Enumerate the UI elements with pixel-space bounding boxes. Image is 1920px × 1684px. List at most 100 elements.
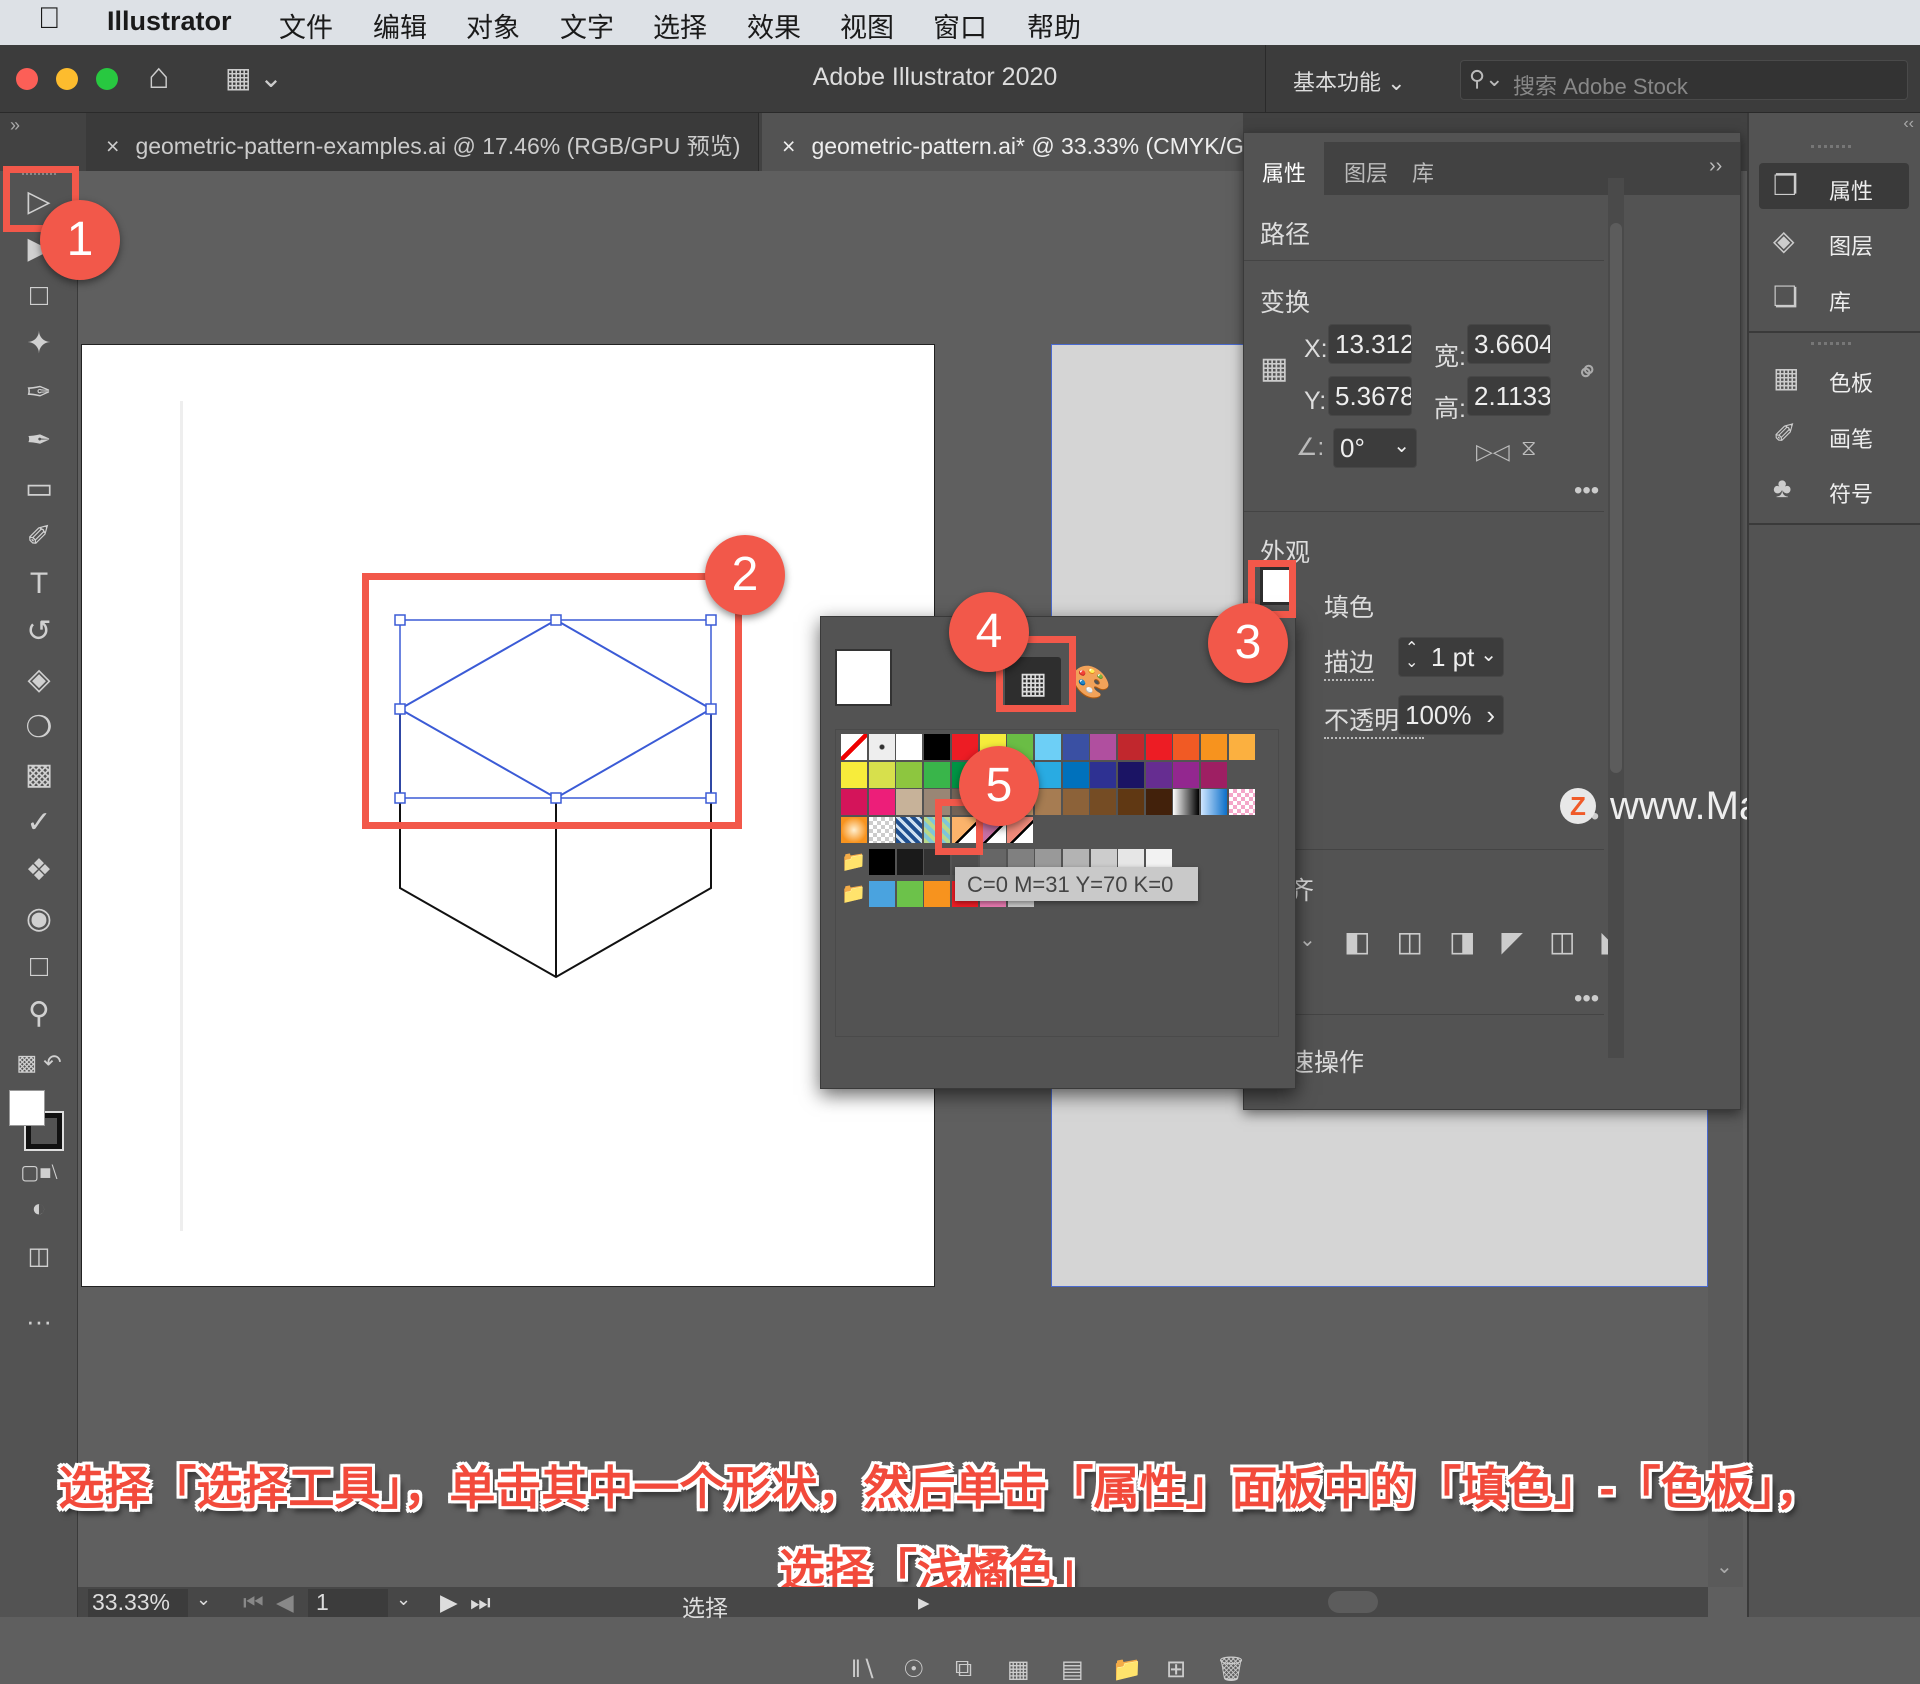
- swatch[interactable]: [924, 761, 951, 788]
- chevron-down-icon[interactable]: ⌄: [1393, 433, 1410, 458]
- rectangle-tool-icon[interactable]: ▭: [16, 469, 62, 509]
- swatch-options-grid-icon[interactable]: ▦: [1007, 1655, 1030, 1684]
- first-artboard-icon[interactable]: ⏮: [243, 1589, 264, 1616]
- swatch[interactable]: [1145, 789, 1172, 816]
- scroll-thumb[interactable]: [1328, 1591, 1378, 1613]
- artboard-number-input[interactable]: 1: [308, 1589, 388, 1617]
- eyedropper-tool-icon[interactable]: ✓: [16, 803, 62, 843]
- next-artboard-icon[interactable]: ▶: [440, 1589, 458, 1616]
- swatch[interactable]: [1062, 761, 1089, 788]
- swatch[interactable]: [1173, 789, 1200, 816]
- swatch[interactable]: [841, 761, 867, 788]
- height-input[interactable]: 2.1133 in: [1467, 376, 1551, 416]
- more-options-icon[interactable]: •••: [1574, 477, 1599, 505]
- swatch[interactable]: [1118, 761, 1144, 788]
- stepper-arrows-icon[interactable]: ⌃ ⌄: [1405, 641, 1418, 671]
- gradient-tool-icon[interactable]: ▩: [16, 755, 62, 795]
- chevron-down-icon[interactable]: ⌄: [396, 1589, 411, 1610]
- y-input[interactable]: 5.3678 i: [1328, 376, 1412, 416]
- chevron-right-icon[interactable]: ›: [1486, 700, 1495, 731]
- crop-tool-icon[interactable]: □: [16, 947, 62, 987]
- new-swatch-icon[interactable]: ⊞: [1166, 1655, 1186, 1684]
- dock-symbols[interactable]: ♣ 符号: [1759, 466, 1909, 512]
- type-tool-icon[interactable]: T: [16, 564, 62, 604]
- swatch[interactable]: [896, 880, 923, 907]
- dock-properties[interactable]: ❐ 属性: [1759, 163, 1909, 209]
- swatch[interactable]: [1062, 734, 1089, 760]
- shape-builder-tool-icon[interactable]: ◉: [16, 899, 62, 939]
- chevron-down-icon[interactable]: ⌄: [1480, 642, 1497, 667]
- status-menu-icon[interactable]: ▸: [918, 1589, 930, 1616]
- drawing-mode-icon[interactable]: ◐: [16, 1189, 62, 1229]
- curvature-tool-icon[interactable]: ✒: [16, 421, 62, 461]
- previous-artboard-icon[interactable]: ◀: [276, 1589, 294, 1616]
- show-swatch-kinds-icon[interactable]: ☉: [903, 1655, 925, 1684]
- zoom-level-input[interactable]: 33.33%: [88, 1589, 188, 1617]
- swatch[interactable]: [896, 734, 923, 760]
- swatch[interactable]: [896, 817, 923, 844]
- opacity-input[interactable]: 100% ›: [1398, 695, 1504, 735]
- swatch[interactable]: [868, 761, 895, 788]
- swatch[interactable]: [1090, 761, 1117, 788]
- chevron-down-icon[interactable]: ⌄: [1299, 927, 1316, 952]
- eraser-tool-icon[interactable]: ◈: [16, 660, 62, 700]
- more-tools-icon[interactable]: ···: [16, 1301, 62, 1341]
- chevron-down-icon[interactable]: ⌄: [196, 1589, 211, 1610]
- align-left-icon[interactable]: ◧: [1344, 926, 1396, 957]
- color-mode-icons[interactable]: ▢■⧵: [16, 1153, 62, 1193]
- swatch[interactable]: [868, 789, 895, 816]
- swatch[interactable]: [1145, 761, 1172, 788]
- rotate-tool-icon[interactable]: ↺: [16, 612, 62, 652]
- panel-grip[interactable]: [1811, 145, 1851, 148]
- import-swatches-icon[interactable]: ⧉: [955, 1655, 972, 1683]
- swatch[interactable]: [896, 789, 923, 816]
- swatch[interactable]: [1145, 734, 1172, 760]
- swatch[interactable]: [1173, 761, 1200, 788]
- zoom-tool-icon[interactable]: ⚲: [16, 994, 62, 1034]
- swatch[interactable]: [1201, 734, 1228, 760]
- tab-properties[interactable]: 属性: [1244, 142, 1325, 195]
- fill-color-swatch[interactable]: [9, 1090, 45, 1126]
- stroke-label[interactable]: 描边: [1324, 643, 1375, 681]
- align-buttons[interactable]: ◧◫◨◤◫◣: [1344, 925, 1649, 958]
- panel-menu-icon[interactable]: ››: [1709, 155, 1722, 178]
- flip-vertical-icon[interactable]: ⧖: [1521, 435, 1536, 461]
- swatch[interactable]: [1228, 734, 1255, 760]
- swatch[interactable]: [1090, 734, 1117, 760]
- align-middle-icon[interactable]: ◫: [1549, 926, 1601, 957]
- swatch[interactable]: [1173, 734, 1200, 760]
- lasso-tool-icon[interactable]: ❍: [16, 708, 62, 748]
- swatch[interactable]: [1201, 789, 1228, 816]
- last-artboard-icon[interactable]: ⏭: [470, 1589, 491, 1616]
- swatch[interactable]: [868, 734, 895, 760]
- dock-swatches[interactable]: ▦ 色板: [1759, 355, 1909, 401]
- dock-brushes[interactable]: ✐ 画笔: [1759, 411, 1909, 457]
- panel-grip[interactable]: [1811, 342, 1851, 345]
- artboard-tool-icon[interactable]: □: [16, 276, 62, 316]
- pen-tool-icon[interactable]: ✑: [16, 373, 62, 413]
- more-options-icon[interactable]: •••: [1574, 985, 1599, 1013]
- swatch[interactable]: [1118, 789, 1144, 816]
- swatch[interactable]: [841, 817, 867, 844]
- swatch[interactable]: [869, 880, 895, 907]
- dock-layers[interactable]: ◈ 图层: [1759, 218, 1909, 264]
- dock-libraries[interactable]: ❏ 库: [1759, 274, 1909, 320]
- screen-mode-icon[interactable]: ◫: [16, 1237, 62, 1277]
- swatch[interactable]: [1118, 734, 1144, 760]
- swatch[interactable]: [1090, 789, 1117, 816]
- stroke-weight-stepper[interactable]: ⌃ ⌄ 1 pt ⌄: [1398, 637, 1504, 677]
- swap-fill-stroke-icon[interactable]: ▩ ↶: [16, 1043, 62, 1083]
- current-tool-status[interactable]: 选择: [682, 1589, 728, 1623]
- swatch[interactable]: [1228, 789, 1255, 816]
- collapse-dock-icon[interactable]: ‹‹: [1903, 115, 1914, 133]
- tab-libraries[interactable]: 库: [1394, 142, 1452, 195]
- delete-swatch-icon[interactable]: 🗑: [1216, 1655, 1246, 1684]
- list-view-icon[interactable]: ▤: [1061, 1655, 1084, 1684]
- swatch[interactable]: [869, 848, 895, 875]
- swatch[interactable]: [1034, 734, 1061, 760]
- swatch-libraries-icon[interactable]: ‖∖: [851, 1655, 876, 1684]
- align-right-icon[interactable]: ◨: [1449, 926, 1501, 957]
- new-color-group-icon[interactable]: 📁: [1112, 1655, 1142, 1684]
- swatch[interactable]: [1201, 761, 1228, 788]
- swatch[interactable]: [1062, 789, 1089, 816]
